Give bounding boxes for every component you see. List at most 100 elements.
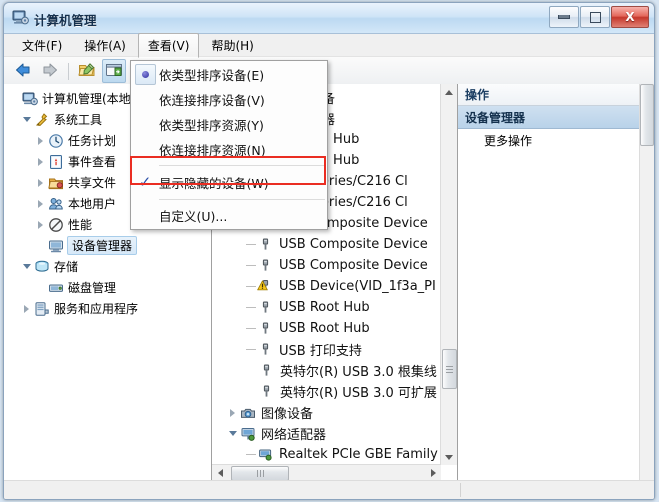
device-row-usb-device-vid-1f3a[interactable]: USB Device(VID_1f3a_PI [212, 276, 457, 297]
usb-icon [257, 321, 274, 336]
usb-icon [257, 342, 274, 357]
menu-help[interactable]: 帮助(H) [201, 33, 263, 58]
usb-icon [257, 258, 274, 273]
menu-view[interactable]: 查看(V) [137, 32, 200, 58]
back-button[interactable] [11, 59, 35, 83]
system-tools-icon [33, 112, 50, 128]
menu-item-label: 自定义(U)... [159, 209, 228, 224]
action-more-actions[interactable]: 更多操作 [458, 129, 654, 151]
performance-icon [47, 217, 64, 233]
back-arrow-icon [14, 62, 32, 81]
device-row-usb-root-hub-1[interactable]: USB Root Hub [212, 297, 457, 318]
show-hide-console-tree-button[interactable] [102, 59, 126, 83]
checkmark-icon: ✓ [138, 173, 152, 191]
event-viewer-icon [47, 154, 64, 170]
usb-icon [258, 363, 275, 378]
tree-toggle-collapsed[interactable] [34, 220, 47, 229]
tree-item-disk-management[interactable]: 磁盘管理 [6, 277, 211, 298]
menu-item-sort-by-connection-resources[interactable]: 依连接排序资源(N) [131, 137, 327, 162]
menu-item-sort-by-type-devices[interactable]: 依类型排序设备(E) [131, 62, 327, 87]
actions-group-label: 设备管理器 [465, 110, 526, 125]
menu-action[interactable]: 操作(A) [74, 33, 136, 58]
menu-item-customize[interactable]: 自定义(U)... [131, 203, 327, 228]
view-menu-dropdown: 依类型排序设备(E) 依连接排序设备(V) 依类型排序资源(Y) 依连接排序资源… [130, 60, 328, 230]
tree-connector-line [246, 349, 256, 350]
device-label: USB Device(VID_1f3a_PI [279, 279, 436, 294]
horizontal-scroll-thumb[interactable] [231, 466, 289, 481]
device-list-vertical-scrollbar[interactable] [440, 84, 457, 465]
device-row-intel-usb3-root-hub[interactable]: 英特尔(R) USB 3.0 根集线 [212, 360, 457, 381]
device-row-usb-root-hub-2[interactable]: USB Root Hub [212, 318, 457, 339]
tree-item-storage[interactable]: 存储 [6, 256, 211, 277]
menu-item-label: 显示隐藏的设备(W) [159, 176, 269, 191]
tree-toggle-expanded[interactable] [20, 117, 33, 122]
actions-group-device-manager[interactable]: 设备管理器 [458, 106, 654, 129]
window-controls: X [549, 6, 649, 28]
menu-file[interactable]: 文件(F) [12, 33, 72, 58]
tree-toggle-expanded[interactable] [20, 264, 33, 269]
tree-item-label: 事件查看 [68, 155, 117, 169]
tree-connector-line [246, 328, 256, 329]
device-label: 网络适配器 [261, 428, 327, 443]
tree-toggle-collapsed[interactable] [20, 304, 33, 313]
menu-item-sort-by-connection-devices[interactable]: 依连接排序设备(V) [131, 87, 327, 112]
tree-toggle-collapsed[interactable] [34, 157, 47, 166]
properties-button[interactable] [75, 59, 99, 83]
caret-up-icon [445, 89, 453, 95]
tree-item-label: 磁盘管理 [68, 281, 117, 295]
maximize-icon [589, 11, 601, 23]
actions-vertical-scrollbar[interactable] [639, 84, 654, 481]
tree-item-services-and-applications[interactable]: 服务和应用程序 [6, 298, 211, 319]
vertical-scroll-thumb[interactable] [640, 84, 654, 146]
tree-item-label: 存储 [54, 260, 79, 274]
chevron-down-icon [22, 264, 31, 269]
tree-item-device-manager[interactable]: 设备管理器 [6, 235, 211, 256]
device-row-usb-composite-device-3[interactable]: USB Composite Device [212, 255, 457, 276]
device-toggle-collapsed[interactable] [226, 408, 239, 417]
services-apps-icon [33, 301, 50, 317]
chevron-down-icon [228, 431, 237, 436]
device-label: USB Composite Device [279, 237, 428, 252]
device-label: 英特尔(R) USB 3.0 根集线 [280, 365, 437, 380]
tree-connector-line [246, 307, 256, 308]
device-label: USB Root Hub [279, 321, 370, 336]
action-label: 更多操作 [484, 133, 533, 148]
tree-toggle-collapsed[interactable] [34, 199, 47, 208]
tree-connector-line [246, 265, 256, 266]
chevron-right-icon [230, 408, 235, 417]
device-label: Realtek PCIe GBE Family [279, 447, 438, 462]
device-row-intel-usb3-extensible[interactable]: 英特尔(R) USB 3.0 可扩展 [212, 381, 457, 402]
maximize-button[interactable] [580, 6, 610, 28]
tree-toggle-collapsed[interactable] [34, 178, 47, 187]
local-users-icon [47, 196, 64, 212]
device-toggle-expanded[interactable] [226, 431, 239, 436]
device-row-usb-composite-device-2[interactable]: USB Composite Device [212, 234, 457, 255]
close-icon: X [625, 10, 635, 24]
usb-icon [257, 300, 274, 315]
scroll-right-button[interactable] [425, 465, 441, 481]
forward-button[interactable] [38, 59, 62, 83]
menu-item-label: 依连接排序设备(V) [159, 93, 265, 108]
status-bar [4, 480, 654, 499]
chevron-right-icon [38, 199, 43, 208]
device-label: 英特尔(R) USB 3.0 可扩展 [280, 386, 437, 401]
chevron-right-icon [38, 220, 43, 229]
tree-connector-line [246, 286, 256, 287]
network-adapter-icon [239, 426, 256, 442]
scroll-down-button[interactable] [441, 449, 457, 465]
minimize-button[interactable] [549, 6, 579, 28]
caret-left-icon [217, 469, 223, 477]
menu-item-sort-by-type-resources[interactable]: 依类型排序资源(Y) [131, 112, 327, 137]
scroll-up-button[interactable] [441, 84, 457, 100]
close-button[interactable]: X [611, 6, 649, 28]
device-row-realtek-pcie-gbe[interactable]: Realtek PCIe GBE Family [212, 444, 457, 465]
vertical-scroll-thumb[interactable] [442, 349, 457, 389]
tree-toggle-collapsed[interactable] [34, 136, 47, 145]
device-row-usb-printing-support[interactable]: USB 打印支持 [212, 339, 457, 360]
menu-item-show-hidden-devices[interactable]: ✓ 显示隐藏的设备(W) [131, 169, 327, 196]
device-row-network-adapters[interactable]: 网络适配器 [212, 423, 457, 444]
device-row-imaging-devices[interactable]: 图像设备 [212, 402, 457, 423]
scroll-left-button[interactable] [212, 465, 228, 481]
tree-item-label: 本地用户 [68, 197, 117, 211]
device-list-horizontal-scrollbar[interactable] [212, 464, 441, 481]
